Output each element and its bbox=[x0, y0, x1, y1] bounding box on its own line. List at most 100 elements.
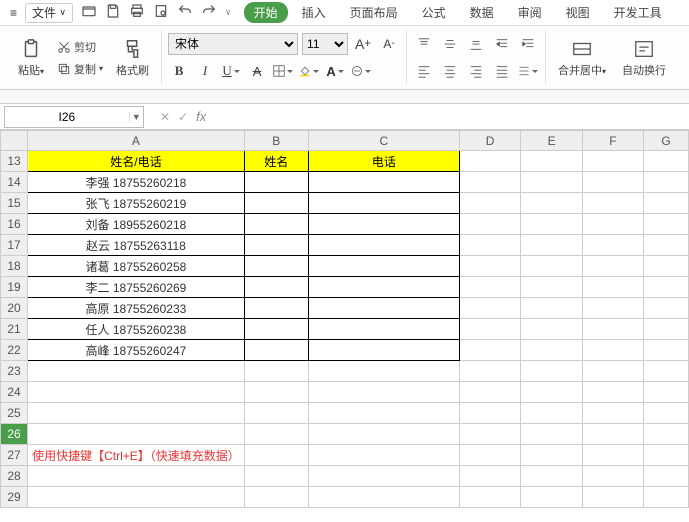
cell-C20[interactable] bbox=[308, 298, 459, 319]
col-header-D[interactable]: D bbox=[459, 131, 521, 151]
cell-C22[interactable] bbox=[308, 340, 459, 361]
cell-G26[interactable] bbox=[644, 424, 689, 445]
print-icon[interactable] bbox=[129, 3, 145, 22]
cell-F13[interactable] bbox=[582, 151, 643, 172]
tab-home[interactable]: 开始 bbox=[244, 2, 288, 23]
spreadsheet-grid[interactable]: ABCDEFG13姓名/电话姓名电话14李强 1875526021815张飞 1… bbox=[0, 130, 689, 508]
tab-insert[interactable]: 插入 bbox=[292, 2, 336, 23]
cell-D27[interactable] bbox=[459, 445, 521, 466]
cell-C21[interactable] bbox=[308, 319, 459, 340]
cell-C15[interactable] bbox=[308, 193, 459, 214]
cell-E22[interactable] bbox=[521, 340, 582, 361]
preview-icon[interactable] bbox=[153, 3, 169, 22]
wrap-text-button[interactable]: 自动换行 bbox=[616, 30, 672, 85]
cell-D24[interactable] bbox=[459, 382, 521, 403]
fx-confirm-icon[interactable]: ✓ bbox=[178, 110, 188, 124]
cell-D16[interactable] bbox=[459, 214, 521, 235]
cell-F15[interactable] bbox=[582, 193, 643, 214]
cell-B23[interactable] bbox=[244, 361, 308, 382]
row-header-23[interactable]: 23 bbox=[1, 361, 28, 382]
cell-A18[interactable]: 诸葛 18755260258 bbox=[28, 256, 245, 277]
cell-B18[interactable] bbox=[244, 256, 308, 277]
cell-F22[interactable] bbox=[582, 340, 643, 361]
cell-C13[interactable]: 电话 bbox=[308, 151, 459, 172]
cell-C17[interactable] bbox=[308, 235, 459, 256]
col-header-C[interactable]: C bbox=[308, 131, 459, 151]
cell-E19[interactable] bbox=[521, 277, 582, 298]
cell-G25[interactable] bbox=[644, 403, 689, 424]
cell-C27[interactable] bbox=[308, 445, 459, 466]
col-header-F[interactable]: F bbox=[582, 131, 643, 151]
cell-D29[interactable] bbox=[459, 487, 521, 508]
cell-D23[interactable] bbox=[459, 361, 521, 382]
align-top-button[interactable] bbox=[413, 33, 435, 55]
cell-B22[interactable] bbox=[244, 340, 308, 361]
cell-C23[interactable] bbox=[308, 361, 459, 382]
cell-B27[interactable] bbox=[244, 445, 308, 466]
cell-D19[interactable] bbox=[459, 277, 521, 298]
cell-E15[interactable] bbox=[521, 193, 582, 214]
cell-C14[interactable] bbox=[308, 172, 459, 193]
cell-C18[interactable] bbox=[308, 256, 459, 277]
tab-view[interactable]: 视图 bbox=[556, 2, 600, 23]
cell-G22[interactable] bbox=[644, 340, 689, 361]
cell-A28[interactable] bbox=[28, 466, 245, 487]
cell-E23[interactable] bbox=[521, 361, 582, 382]
cell-E26[interactable] bbox=[521, 424, 582, 445]
row-header-13[interactable]: 13 bbox=[1, 151, 28, 172]
formula-input[interactable] bbox=[214, 109, 677, 124]
align-middle-button[interactable] bbox=[439, 33, 461, 55]
cell-D15[interactable] bbox=[459, 193, 521, 214]
fx-cancel-icon[interactable]: ✕ bbox=[160, 110, 170, 124]
row-header-21[interactable]: 21 bbox=[1, 319, 28, 340]
cell-A21[interactable]: 任人 18755260238 bbox=[28, 319, 245, 340]
cell-E24[interactable] bbox=[521, 382, 582, 403]
decrease-indent-button[interactable] bbox=[491, 33, 513, 55]
select-all-corner[interactable] bbox=[1, 131, 28, 151]
cell-D25[interactable] bbox=[459, 403, 521, 424]
cell-G19[interactable] bbox=[644, 277, 689, 298]
cell-D26[interactable] bbox=[459, 424, 521, 445]
name-box-input[interactable] bbox=[5, 110, 129, 124]
cut-button[interactable]: 剪切 bbox=[54, 38, 106, 56]
merge-center-button[interactable]: 合并居中▾ bbox=[552, 30, 612, 85]
save-icon[interactable] bbox=[105, 3, 121, 22]
copy-button[interactable]: 复制▾ bbox=[54, 60, 106, 78]
increase-font-button[interactable]: A+ bbox=[352, 33, 374, 55]
cell-F27[interactable] bbox=[582, 445, 643, 466]
cell-A17[interactable]: 赵云 18755263118 bbox=[28, 235, 245, 256]
cell-A16[interactable]: 刘备 18955260218 bbox=[28, 214, 245, 235]
cell-A25[interactable] bbox=[28, 403, 245, 424]
cell-A23[interactable] bbox=[28, 361, 245, 382]
cell-C24[interactable] bbox=[308, 382, 459, 403]
menu-icon[interactable]: ≡ bbox=[4, 3, 23, 23]
row-header-15[interactable]: 15 bbox=[1, 193, 28, 214]
cell-G27[interactable] bbox=[644, 445, 689, 466]
cell-A22[interactable]: 高峰 18755260247 bbox=[28, 340, 245, 361]
cell-B16[interactable] bbox=[244, 214, 308, 235]
cell-C29[interactable] bbox=[308, 487, 459, 508]
cell-A26[interactable] bbox=[28, 424, 245, 445]
font-name-select[interactable]: 宋体 bbox=[168, 33, 298, 55]
name-box[interactable]: ▼ bbox=[4, 106, 144, 128]
cell-F23[interactable] bbox=[582, 361, 643, 382]
increase-indent-button[interactable] bbox=[517, 33, 539, 55]
fx-label[interactable]: fx bbox=[196, 109, 206, 124]
cell-A20[interactable]: 高原 18755260233 bbox=[28, 298, 245, 319]
row-header-19[interactable]: 19 bbox=[1, 277, 28, 298]
cell-G17[interactable] bbox=[644, 235, 689, 256]
tab-review[interactable]: 审阅 bbox=[508, 2, 552, 23]
cell-B29[interactable] bbox=[244, 487, 308, 508]
cell-A19[interactable]: 李二 18755260269 bbox=[28, 277, 245, 298]
cell-F29[interactable] bbox=[582, 487, 643, 508]
cell-G20[interactable] bbox=[644, 298, 689, 319]
cell-B25[interactable] bbox=[244, 403, 308, 424]
cell-E20[interactable] bbox=[521, 298, 582, 319]
cell-E17[interactable] bbox=[521, 235, 582, 256]
cell-D20[interactable] bbox=[459, 298, 521, 319]
tab-layout[interactable]: 页面布局 bbox=[340, 2, 408, 23]
decrease-font-button[interactable]: A- bbox=[378, 33, 400, 55]
cell-F17[interactable] bbox=[582, 235, 643, 256]
cell-C25[interactable] bbox=[308, 403, 459, 424]
cell-D21[interactable] bbox=[459, 319, 521, 340]
